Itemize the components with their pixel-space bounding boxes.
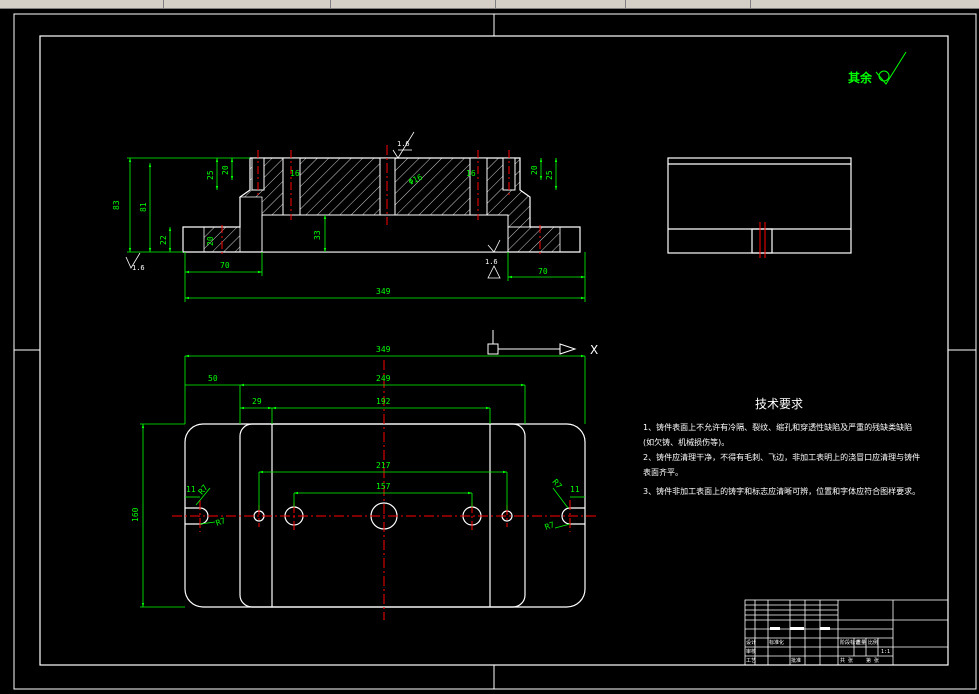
dim-flange-25-right: 25 [545,170,554,180]
dim-flange-20-left: 20 [221,165,230,175]
dim-overall-length-section: 349 [376,287,391,296]
dim-offset-29: 29 [252,397,262,406]
title-block-fill [770,627,830,630]
tech-requirement-line-1: 1、铸件表面上不允许有冷隔、裂纹、缩孔和穿透性缺陷及严重的残缺类缺陷 [643,422,912,432]
top-toolbar-strip [0,0,979,9]
title-block[interactable] [744,599,949,666]
plan-dimensions [140,354,586,608]
tech-requirement-line-2: (如欠铸、机械损伤等)。 [643,437,729,447]
side-view[interactable] [667,157,852,258]
roughness-top: 1.6 [397,140,410,148]
dim-radius-left-b: R7 [215,516,227,528]
roughness-left: 1.6 [132,264,145,272]
tech-requirements: 技术要求 1、铸件表面上不允许有冷隔、裂纹、缩孔和穿透性缺陷及严重的残缺类缺陷 … [643,397,920,496]
plan-dimension-labels: 349 249 50 29 192 217 157 160 11 11 R7 R… [131,345,580,532]
surface-finish-note: 其余 [848,51,907,85]
dim-offset-70-right: 70 [538,267,548,276]
dim-flange-20-right: 20 [530,165,539,175]
dim-small-20: 20 [206,236,215,246]
title-cell-design: 设计 [746,639,756,646]
dim-slot-11-left: 11 [186,485,196,494]
dim-span-157: 157 [376,482,391,491]
title-cell-review: 审核 [746,648,756,655]
ucs-x-label: X [590,343,598,357]
dim-flange-25-left: 25 [206,170,215,180]
section-view[interactable] [182,145,581,255]
title-cell-approve: 批准 [791,657,801,664]
dim-height-81: 81 [139,202,148,212]
dim-total-height: 83 [112,200,121,210]
dim-radius-right-b: R7 [544,520,556,532]
title-cell-sheet-no: 第 张 [866,657,879,664]
drawing-frame [13,13,977,690]
dim-offset-50: 50 [208,374,218,383]
toolbar-segment[interactable] [163,0,331,8]
title-cell-process: 工艺 [746,658,756,664]
title-cell-scale-value: 1:1 [881,649,890,655]
dim-span-192: 192 [376,397,391,406]
dim-offset-70-left: 70 [220,261,230,270]
dim-depth-33: 33 [313,230,322,240]
title-cell-standard: 标准化 [769,639,784,646]
dim-radius-right-a: R7 [550,478,563,491]
tech-requirement-line-3: 2、铸件应清理干净，不得有毛刺、飞边，非加工表明上的浇冒口应清理与铸件 [643,452,920,462]
toolbar-segment[interactable] [625,0,751,8]
roughness-right: 1.6 [485,258,498,266]
toolbar-segment[interactable] [330,0,496,8]
tech-requirements-title: 技术要求 [755,397,803,411]
title-cell-weight: 重量 [856,639,866,646]
title-cell-scale: 比例 [868,639,878,646]
dim-span-217: 217 [376,461,391,470]
dim-base-22: 22 [159,235,168,245]
dim-overall-length-plan: 349 [376,345,391,354]
dim-width-249: 249 [376,374,391,383]
dim-radius-left-a: R7 [197,483,210,496]
tech-requirement-line-5: 3、铸件非加工表面上的铸字和标志应清晰可辨，位置和字体应符合图样要求。 [643,486,920,496]
toolbar-segment[interactable] [0,0,164,8]
toolbar-segment[interactable] [495,0,626,8]
dim-height-160: 160 [131,507,140,522]
drawing-canvas[interactable]: 其余 83 81 22 25 20 16 16 20 25 33 70 70 3… [0,9,979,694]
dim-bore-16-left: 16 [290,169,300,178]
dim-bore-16-right: 16 [466,169,476,178]
dim-slot-11-right: 11 [570,485,580,494]
title-cell-total-sheets: 共 张 [840,657,853,664]
surface-finish-text: 其余 [848,70,873,85]
tech-requirement-line-4: 表面齐平。 [643,467,683,477]
ucs-icon[interactable]: X [487,330,598,357]
